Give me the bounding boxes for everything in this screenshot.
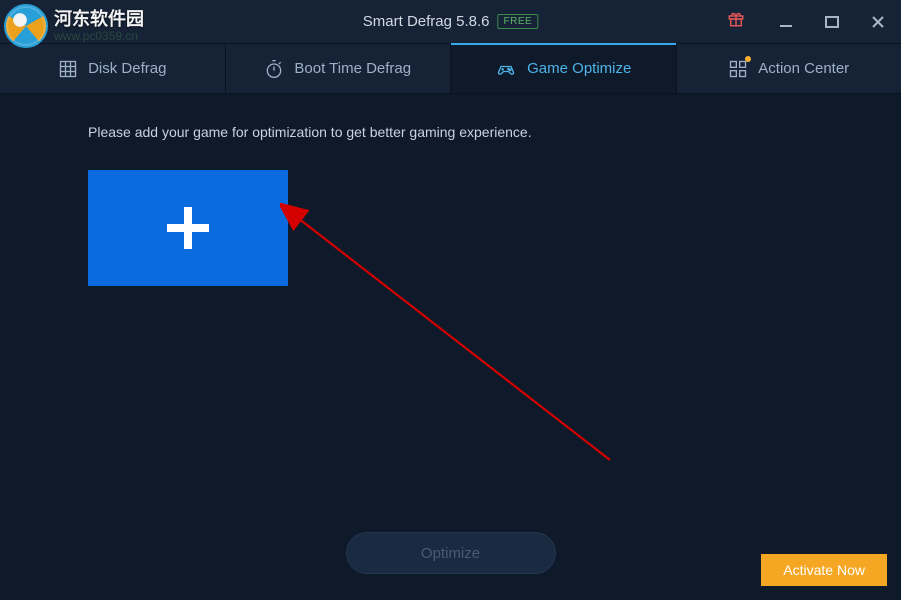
watermark-site-name: 河东软件园: [54, 10, 144, 28]
gamepad-icon: [495, 59, 517, 79]
content-area: Please add your game for optimization to…: [0, 94, 901, 600]
add-game-tile[interactable]: [88, 170, 288, 286]
tab-game-optimize[interactable]: Game Optimize: [451, 44, 677, 93]
free-badge: FREE: [498, 14, 539, 29]
apps-icon: [728, 59, 748, 79]
plus-icon: [167, 207, 209, 249]
disk-icon: [58, 59, 78, 79]
stopwatch-icon: [264, 59, 284, 79]
app-title-group: Smart Defrag 5.8.6 FREE: [363, 13, 538, 30]
tab-disk-defrag[interactable]: Disk Defrag: [0, 44, 226, 93]
notification-dot-icon: [745, 56, 751, 62]
maximize-button[interactable]: [809, 0, 855, 44]
app-title: Smart Defrag 5.8.6: [363, 13, 490, 30]
tab-label: Disk Defrag: [88, 60, 166, 77]
close-button[interactable]: [855, 0, 901, 44]
watermark-logo-icon: [4, 4, 48, 48]
minimize-button[interactable]: [763, 0, 809, 44]
optimize-button[interactable]: Optimize: [346, 532, 556, 574]
watermark: 河东软件园 www.pc0359.cn: [4, 4, 144, 48]
watermark-url: www.pc0359.cn: [54, 30, 144, 42]
gift-icon[interactable]: [709, 10, 763, 33]
tab-bar: Disk Defrag Boot Time Defrag Game Optimi…: [0, 44, 901, 94]
activate-now-button[interactable]: Activate Now: [761, 554, 887, 586]
instruction-text: Please add your game for optimization to…: [88, 124, 813, 140]
tab-label: Game Optimize: [527, 60, 631, 77]
optimize-bar: Optimize: [346, 532, 556, 574]
tab-label: Boot Time Defrag: [294, 60, 411, 77]
tab-action-center[interactable]: Action Center: [677, 44, 901, 93]
window-controls: [709, 0, 901, 43]
tab-boot-time-defrag[interactable]: Boot Time Defrag: [226, 44, 452, 93]
tab-label: Action Center: [758, 60, 849, 77]
